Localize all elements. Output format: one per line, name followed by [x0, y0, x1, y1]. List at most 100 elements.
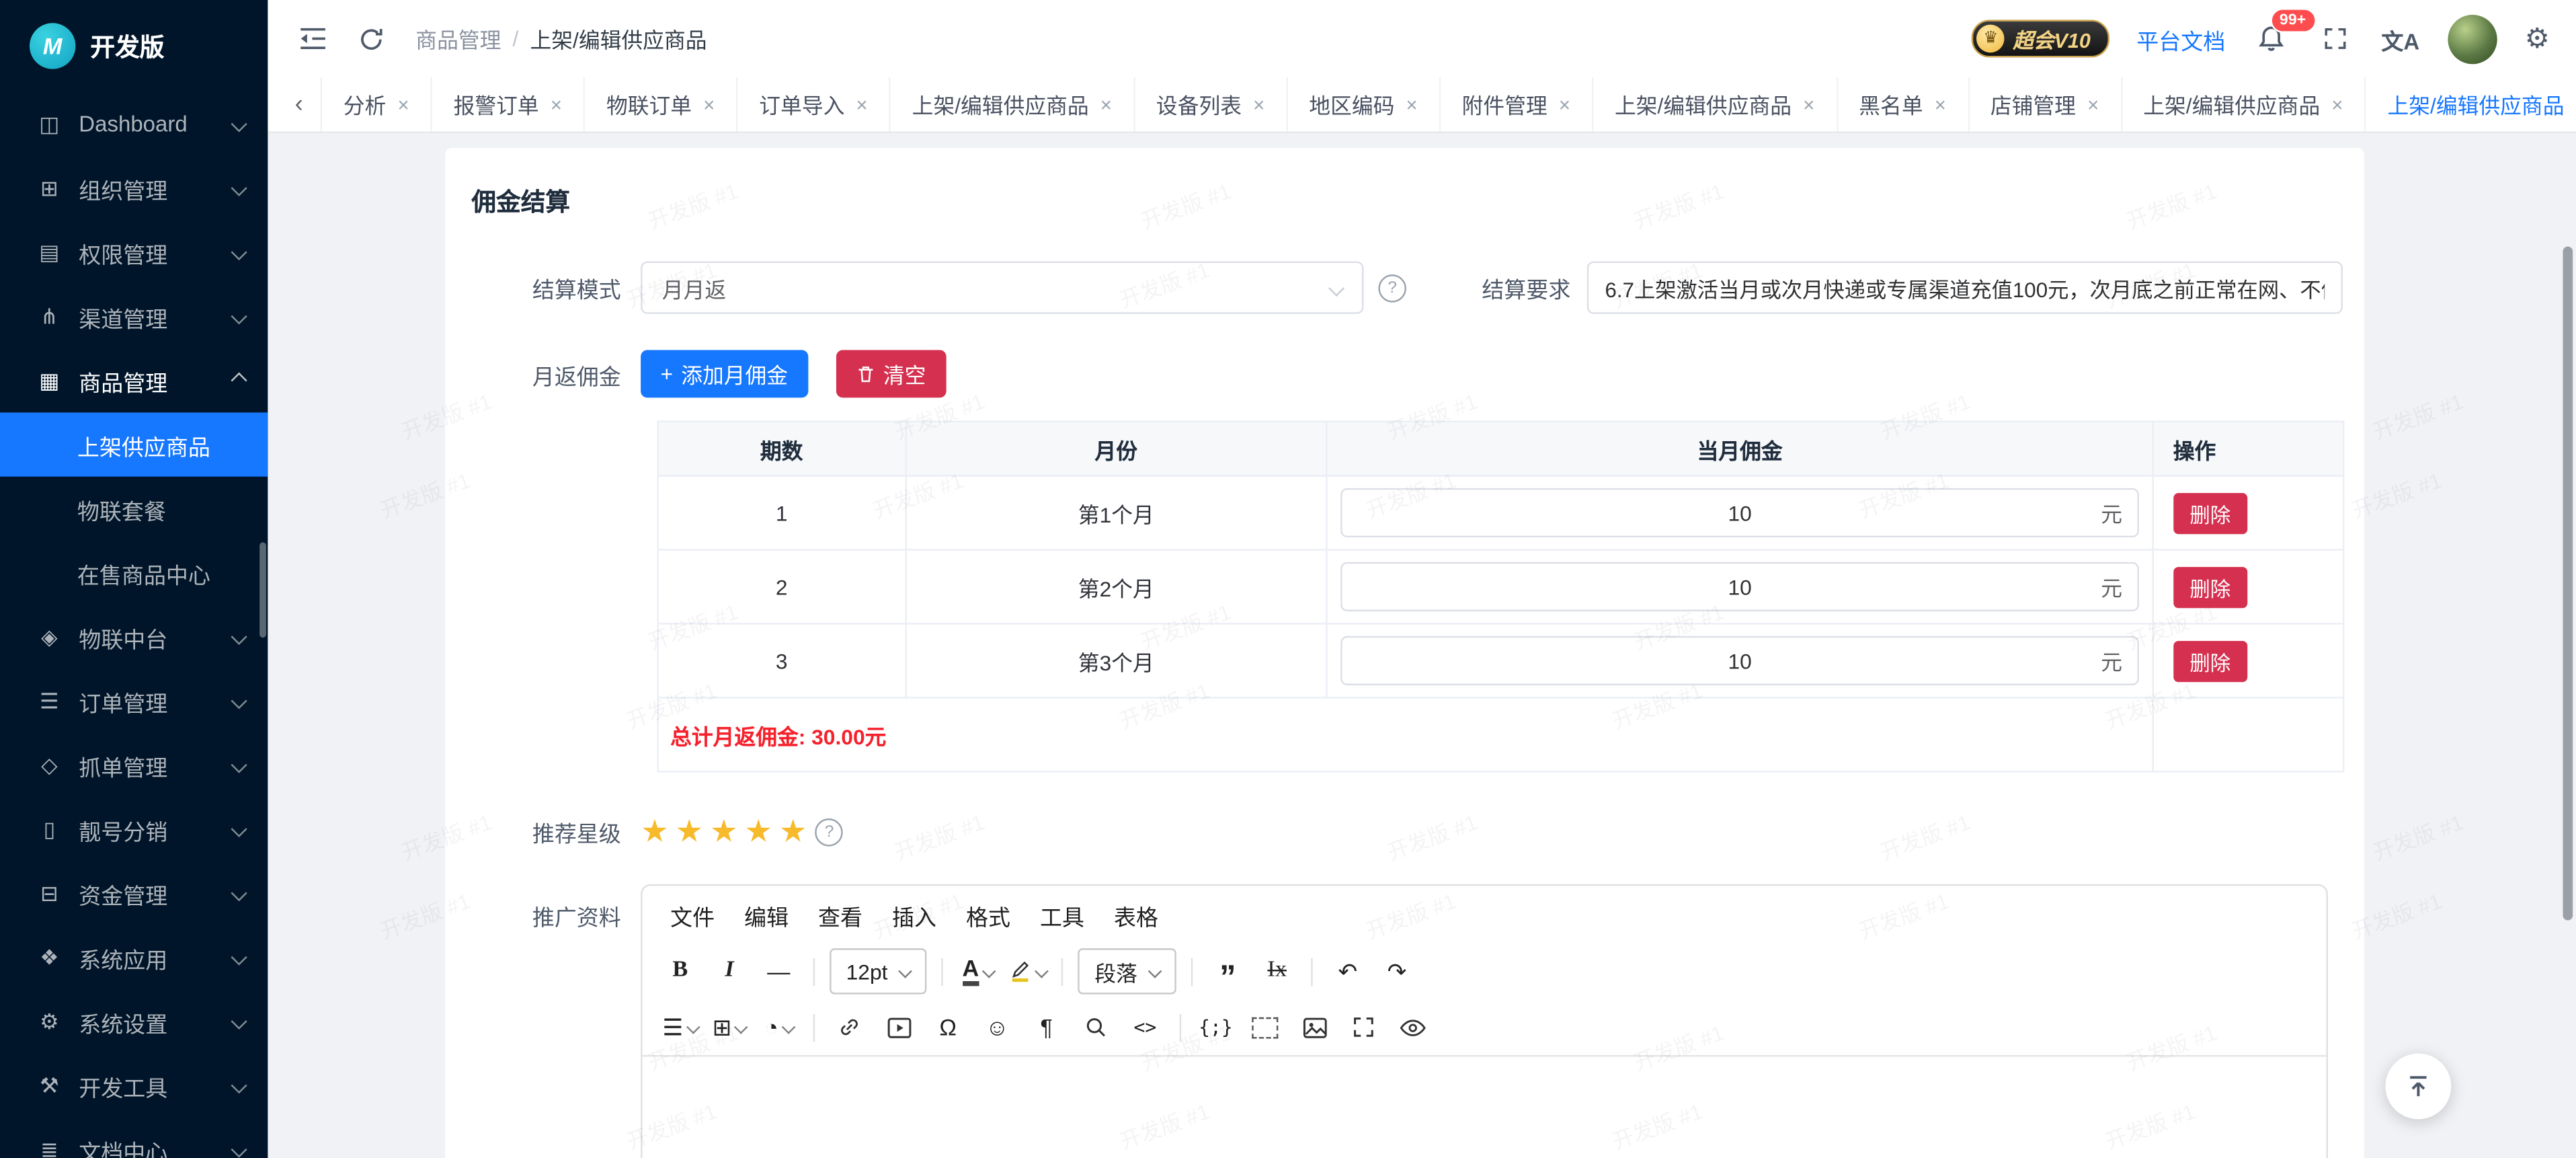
redo-icon[interactable]: ↷: [1374, 952, 1420, 991]
page-scrollbar[interactable]: [2563, 247, 2573, 921]
delete-row-button[interactable]: 删除: [2173, 492, 2247, 533]
language-translate-icon[interactable]: 文A: [2381, 22, 2419, 55]
collapse-sidebar-icon[interactable]: [294, 21, 330, 57]
star-icon[interactable]: ★: [744, 816, 772, 847]
star-icon[interactable]: ★: [676, 816, 704, 847]
sidebar-item-dashboard[interactable]: ◫ Dashboard: [0, 92, 268, 156]
emoticons-icon[interactable]: ☺: [974, 1007, 1020, 1047]
close-icon[interactable]: ×: [2087, 93, 2099, 116]
refresh-icon[interactable]: [353, 21, 389, 57]
visual-chars-icon[interactable]: ¶: [1024, 1007, 1070, 1047]
close-icon[interactable]: ×: [2331, 93, 2343, 116]
menu-tools[interactable]: 工具: [1025, 894, 1099, 937]
sidebar-item-orders[interactable]: ☰ 订单管理: [0, 669, 268, 733]
code-sample-icon[interactable]: {;}: [1193, 1007, 1238, 1047]
tab-blacklist[interactable]: 黑名单×: [1836, 77, 1968, 132]
menu-insert[interactable]: 插入: [877, 894, 951, 937]
menu-format[interactable]: 格式: [951, 894, 1025, 937]
close-icon[interactable]: ×: [1406, 93, 1418, 116]
close-icon[interactable]: ×: [856, 93, 868, 116]
italic-icon[interactable]: I: [707, 952, 752, 991]
font-size-select[interactable]: 12pt: [830, 948, 927, 994]
star-icon[interactable]: ★: [641, 816, 669, 847]
tab-edit-supply-goods-3[interactable]: 上架/编辑供应商品×: [2120, 77, 2364, 132]
commission-amount-input[interactable]: [1341, 636, 2139, 685]
settle-mode-select[interactable]: 月月返: [641, 262, 1363, 314]
sidebar-item-doc-center[interactable]: ≣ 文档中心: [0, 1118, 268, 1158]
bullet-list-icon[interactable]: ☰: [657, 1007, 703, 1047]
commission-amount-input[interactable]: [1341, 562, 2139, 611]
tab-analysis[interactable]: 分析×: [321, 77, 431, 132]
paragraph-style-select[interactable]: 段落: [1078, 948, 1177, 994]
add-monthly-commission-button[interactable]: + 添加月佣金: [641, 350, 807, 398]
highlight-color-icon[interactable]: [1004, 952, 1050, 991]
sidebar-item-number-distribution[interactable]: ▯ 靓号分销: [0, 797, 268, 861]
undo-icon[interactable]: ↶: [1325, 952, 1371, 991]
close-icon[interactable]: ×: [551, 93, 562, 116]
close-icon[interactable]: ×: [397, 93, 409, 116]
tab-iot-orders[interactable]: 物联订单×: [583, 77, 736, 132]
tab-order-import[interactable]: 订单导入×: [736, 77, 889, 132]
commission-amount-input[interactable]: [1341, 488, 2139, 537]
source-code-icon[interactable]: <>: [1122, 1007, 1168, 1047]
clear-formatting-icon[interactable]: Ix: [1254, 952, 1299, 991]
menu-edit[interactable]: 编辑: [729, 894, 803, 937]
link-icon[interactable]: [826, 1007, 872, 1047]
search-replace-icon[interactable]: [1073, 1007, 1119, 1047]
fullscreen-icon[interactable]: [2317, 21, 2353, 57]
close-icon[interactable]: ×: [1803, 93, 1814, 116]
close-icon[interactable]: ×: [703, 93, 715, 116]
tab-edit-supply-goods-2[interactable]: 上架/编辑供应商品×: [1592, 77, 1836, 132]
sidebar-item-organization[interactable]: ⊞ 组织管理: [0, 156, 268, 220]
bold-icon[interactable]: B: [657, 952, 703, 991]
delete-row-button[interactable]: 删除: [2173, 640, 2247, 681]
editor-content-area[interactable]: [643, 1056, 2327, 1158]
insert-datetime-icon[interactable]: ◔: [756, 1007, 801, 1047]
close-icon[interactable]: ×: [1100, 93, 1112, 116]
sidebar-subitem-iot-packages[interactable]: 物联套餐: [0, 477, 268, 541]
close-icon[interactable]: ×: [1253, 93, 1264, 116]
star-icon[interactable]: ★: [710, 816, 738, 847]
star-icon[interactable]: ★: [779, 816, 807, 847]
platform-docs-link[interactable]: 平台文档: [2136, 22, 2225, 55]
close-icon[interactable]: ×: [1935, 93, 1946, 116]
insert-table-icon[interactable]: ⊞: [707, 1007, 752, 1047]
sidebar-item-funds[interactable]: ⊟ 资金管理: [0, 861, 268, 925]
tab-store-mgmt[interactable]: 店铺管理×: [1968, 77, 2120, 132]
text-color-icon[interactable]: A: [955, 952, 1001, 991]
star-rating-help-icon[interactable]: ?: [815, 818, 844, 846]
sidebar-item-dev-tools[interactable]: ⚒ 开发工具: [0, 1054, 268, 1118]
sidebar-item-goods[interactable]: ▦ 商品管理: [0, 348, 268, 412]
tab-edit-supply-goods-active[interactable]: 上架/编辑供应商品×: [2364, 77, 2576, 132]
settings-gear-icon[interactable]: ⚙: [2525, 22, 2550, 55]
sidebar-item-channels[interactable]: ⋔ 渠道管理: [0, 284, 268, 348]
brand-header[interactable]: M 开发版: [0, 0, 268, 92]
sidebar-subitem-listed-supply-goods[interactable]: 上架供应商品: [0, 412, 268, 476]
visual-blocks-icon[interactable]: [1242, 1007, 1288, 1047]
notification-bell-icon[interactable]: 99+: [2253, 21, 2290, 57]
tab-edit-supply-goods-1[interactable]: 上架/编辑供应商品×: [889, 77, 1133, 132]
sidebar-scrollbar[interactable]: [259, 542, 266, 638]
menu-table[interactable]: 表格: [1099, 894, 1173, 937]
sidebar-subitem-onsale-center[interactable]: 在售商品中心: [0, 541, 268, 605]
preview-eye-icon[interactable]: [1390, 1007, 1436, 1047]
menu-view[interactable]: 查看: [803, 894, 877, 937]
settle-mode-help-icon[interactable]: ?: [1378, 274, 1406, 302]
tabs-scroll-left-icon[interactable]: ‹: [278, 90, 321, 118]
delete-row-button[interactable]: 删除: [2173, 566, 2247, 607]
tab-alarm-orders[interactable]: 报警订单×: [430, 77, 583, 132]
editor-fullscreen-icon[interactable]: [1340, 1007, 1386, 1047]
close-icon[interactable]: ×: [1559, 93, 1570, 116]
breadcrumb-section[interactable]: 商品管理: [415, 23, 501, 54]
blockquote-icon[interactable]: ”: [1205, 945, 1250, 997]
sidebar-item-grab-orders[interactable]: ◇ 抓单管理: [0, 733, 268, 797]
back-to-top-button[interactable]: [2386, 1054, 2452, 1120]
settle-req-input[interactable]: [1587, 262, 2343, 314]
insert-media-icon[interactable]: [876, 1007, 922, 1047]
menu-file[interactable]: 文件: [655, 894, 729, 937]
special-character-icon[interactable]: Ω: [925, 1007, 971, 1047]
vip-badge[interactable]: ♛ 超会V10: [1972, 20, 2108, 57]
tab-region-codes[interactable]: 地区编码×: [1286, 77, 1439, 132]
tab-device-list[interactable]: 设备列表×: [1133, 77, 1286, 132]
insert-image-icon[interactable]: [1291, 1007, 1337, 1047]
